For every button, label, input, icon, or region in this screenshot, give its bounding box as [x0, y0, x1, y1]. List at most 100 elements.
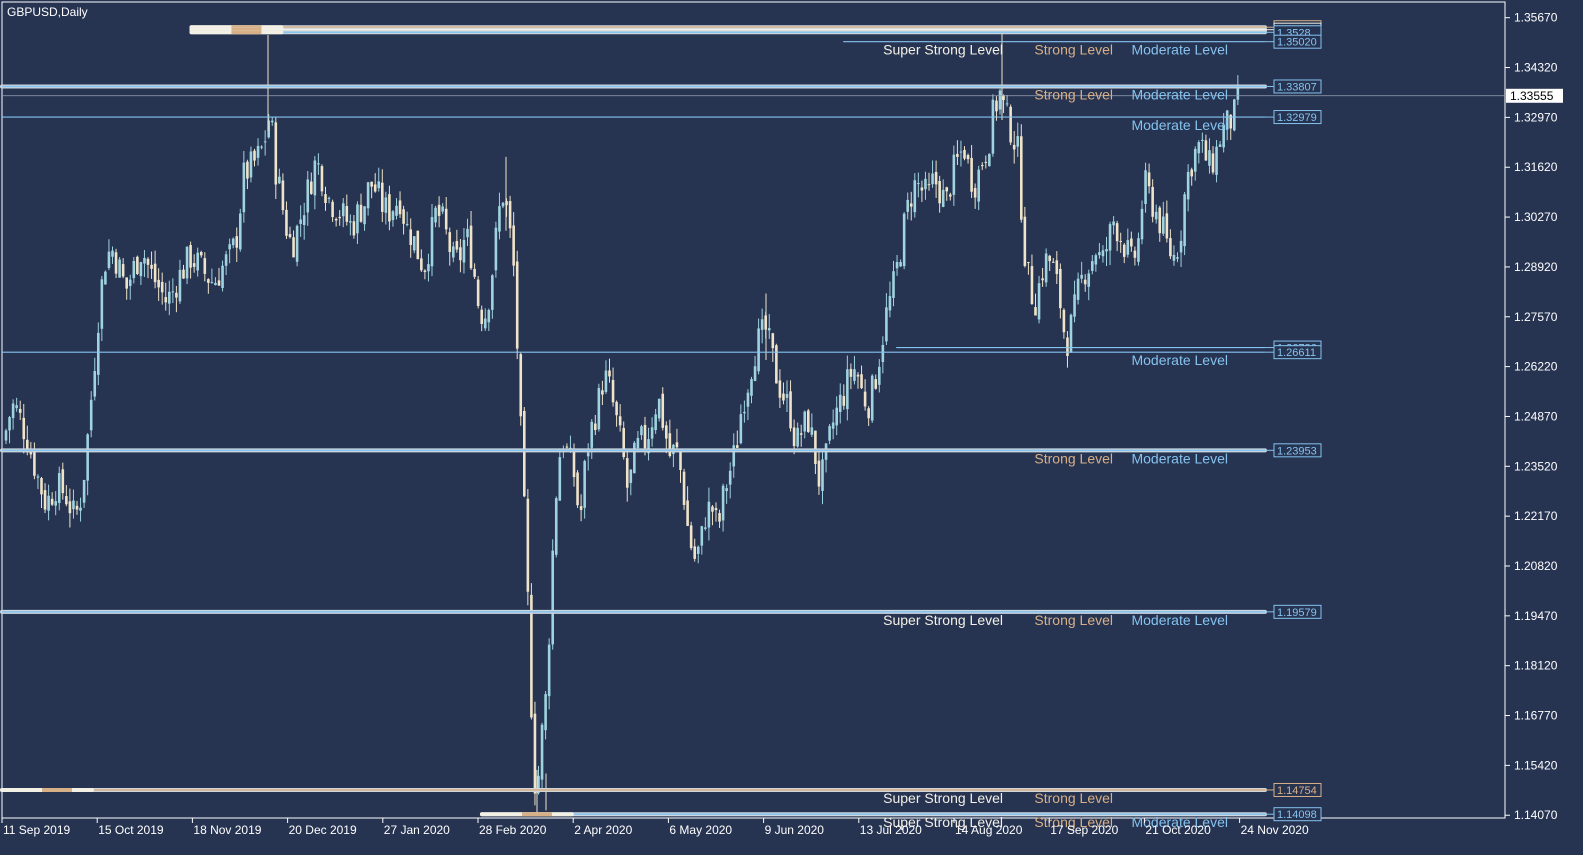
chart-svg[interactable]: 1.35411.35341.35281.350201.338071.329791…	[0, 0, 1583, 850]
candle-body	[313, 160, 317, 196]
candle-body	[554, 498, 558, 555]
candle-body	[601, 390, 604, 395]
candle-body	[434, 207, 437, 223]
candle-body	[381, 182, 384, 212]
candle-body	[817, 460, 821, 487]
candle-body	[789, 391, 792, 429]
y-tick-label: 1.14070	[1514, 808, 1558, 822]
candle-body	[11, 403, 15, 419]
candle-body	[519, 354, 523, 417]
candle-body	[104, 271, 107, 285]
candle-body	[1059, 268, 1062, 309]
candle-body	[860, 374, 863, 389]
candle-body	[1062, 309, 1066, 333]
candle-body	[160, 281, 164, 293]
x-tick-label: 28 Feb 2020	[479, 823, 547, 837]
candle-body	[118, 259, 121, 278]
candle-body	[625, 458, 629, 488]
level-price-tag: 1.14754	[1277, 785, 1317, 797]
candle-body	[121, 264, 125, 277]
candle-body	[341, 203, 345, 217]
candle-body	[391, 211, 395, 221]
candle-body	[125, 277, 128, 289]
candle-body	[714, 508, 718, 511]
candle-body	[881, 344, 885, 363]
candle-body	[913, 180, 917, 213]
level-price-tag: 1.19579	[1277, 607, 1317, 619]
candle-body	[36, 476, 40, 478]
candle-body	[650, 427, 654, 439]
candle-body	[508, 201, 512, 229]
candle-body	[1193, 148, 1197, 172]
candle-body	[941, 189, 945, 207]
candle-body	[838, 394, 842, 412]
moderate-label: Moderate Level	[1131, 352, 1228, 368]
candle-body	[899, 262, 902, 267]
candle-body	[256, 145, 260, 158]
candle-body	[1012, 144, 1016, 150]
candle-body	[1044, 253, 1048, 283]
chart-root[interactable]: 1.35411.35341.35281.350201.338071.329791…	[0, 0, 1583, 850]
candle-body	[100, 279, 104, 329]
y-tick-label: 1.16770	[1514, 709, 1558, 723]
candle-body	[352, 221, 356, 236]
candle-body	[111, 250, 114, 257]
candle-body	[977, 169, 980, 202]
candle-body	[718, 513, 721, 522]
x-tick-label: 6 May 2020	[669, 823, 732, 837]
y-tick-label: 1.24870	[1514, 409, 1558, 423]
candle-body	[402, 209, 405, 224]
candle-body	[334, 218, 338, 221]
candle-body	[956, 153, 959, 157]
candle-body	[377, 181, 381, 189]
y-tick-label: 1.19470	[1514, 609, 1558, 623]
candle-body	[423, 270, 427, 272]
candle-body	[370, 181, 373, 187]
candle-body	[878, 366, 881, 385]
candle-body	[260, 146, 263, 148]
candle-body	[363, 206, 366, 225]
candle-body	[299, 219, 302, 224]
candle-body	[235, 236, 239, 248]
candle-body	[1137, 238, 1140, 262]
candle-body	[863, 391, 867, 407]
candle-body	[807, 410, 810, 432]
candle-body	[1091, 261, 1094, 271]
candle-body	[405, 224, 409, 226]
y-tick-label: 1.23520	[1514, 459, 1558, 473]
candle-body	[895, 262, 899, 269]
candle-body	[629, 469, 633, 483]
x-tick-label: 27 Jan 2020	[384, 823, 450, 837]
candle-body	[1169, 238, 1172, 257]
candle-body	[945, 187, 949, 192]
level-price-tag: 1.23953	[1277, 445, 1317, 457]
candle-body	[963, 149, 966, 159]
candle-body	[778, 380, 782, 398]
y-tick-label: 1.34320	[1514, 61, 1558, 75]
y-tick-label: 1.22170	[1514, 509, 1558, 523]
y-tick-label: 1.18120	[1514, 659, 1558, 673]
candle-body	[281, 180, 285, 211]
candle-body	[618, 416, 622, 426]
candle-body	[771, 333, 775, 349]
x-tick-label: 9 Jun 2020	[765, 823, 825, 837]
candle-body	[249, 151, 253, 178]
candle-body	[1027, 262, 1030, 264]
candle-body	[473, 268, 476, 277]
candle-body	[693, 546, 696, 559]
candle-body	[721, 485, 725, 521]
candle-body	[8, 417, 11, 431]
candle-body	[4, 430, 8, 441]
candle-body	[214, 282, 217, 286]
candle-body	[640, 426, 643, 436]
candle-body	[991, 99, 995, 154]
candle-body	[810, 427, 814, 435]
candle-body	[558, 457, 562, 501]
candle-body	[888, 296, 892, 311]
x-tick-label: 21 Oct 2020	[1145, 823, 1211, 837]
candle-body	[1016, 136, 1020, 147]
candle-body	[192, 263, 196, 267]
candle-body	[487, 309, 491, 323]
candle-body	[828, 426, 831, 441]
candle-body	[711, 506, 714, 512]
